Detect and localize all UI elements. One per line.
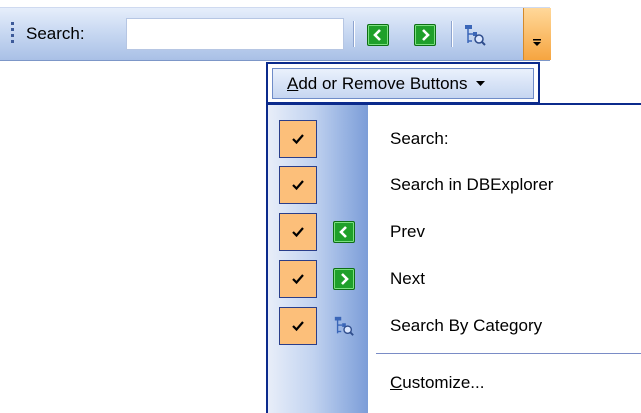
search-label: Search: (26, 24, 85, 43)
menu-item-label: Search in DBExplorer (390, 175, 554, 194)
add-or-remove-buttons-menu[interactable]: Add or Remove Buttons (266, 62, 540, 104)
checkmark-icon (279, 260, 317, 298)
prev-button[interactable] (365, 22, 391, 48)
dropdown-arrow-icon (475, 80, 485, 86)
checkmark-icon (279, 166, 317, 204)
toolbar-separator (353, 21, 354, 47)
menu-item-search[interactable]: Search: (268, 115, 641, 163)
toolbar-separator (451, 21, 452, 47)
menu-separator (376, 353, 641, 354)
tree-search-icon (465, 25, 486, 46)
add-remove-label-accelerator: A (287, 73, 299, 93)
search-by-category-button[interactable] (462, 22, 488, 48)
green-left-arrow-icon (333, 221, 355, 243)
chevron-down-icon (533, 39, 541, 46)
menu-item-search-by-category[interactable]: Search By Category (268, 302, 641, 350)
checkmark-icon (279, 120, 317, 158)
menu-item-search-in-dbexplorer[interactable]: Search in DBExplorer (268, 161, 641, 209)
search-input[interactable] (126, 18, 344, 50)
toolbar-options-button[interactable] (523, 8, 551, 60)
menu-item-prev[interactable]: Prev (268, 208, 641, 256)
checkmark-icon (279, 213, 317, 251)
menu-item-customize[interactable]: Customize... (390, 373, 484, 393)
menu-item-label: Prev (390, 222, 425, 241)
menu-item-next[interactable]: Next (268, 255, 641, 303)
green-left-arrow-icon (367, 24, 389, 46)
next-button[interactable] (412, 22, 438, 48)
green-right-arrow-icon (333, 268, 355, 290)
customize-label-accelerator: C (390, 373, 403, 392)
checkmark-icon (279, 307, 317, 345)
toolbar-grip[interactable] (11, 22, 14, 46)
menu-item-label: Search By Category (390, 316, 543, 335)
add-or-remove-buttons-header[interactable]: Add or Remove Buttons (272, 68, 534, 99)
customize-label: ustomize... (402, 373, 485, 392)
tree-search-icon (333, 315, 355, 337)
buttons-submenu: Search: Search in DBExplorer Prev Next S… (266, 103, 641, 413)
search-toolbar: Search: (0, 7, 551, 61)
green-right-arrow-icon (414, 24, 436, 46)
menu-item-label: Next (390, 269, 425, 288)
menu-item-label: Search: (390, 129, 449, 148)
add-remove-label: dd or Remove Buttons (298, 73, 468, 93)
